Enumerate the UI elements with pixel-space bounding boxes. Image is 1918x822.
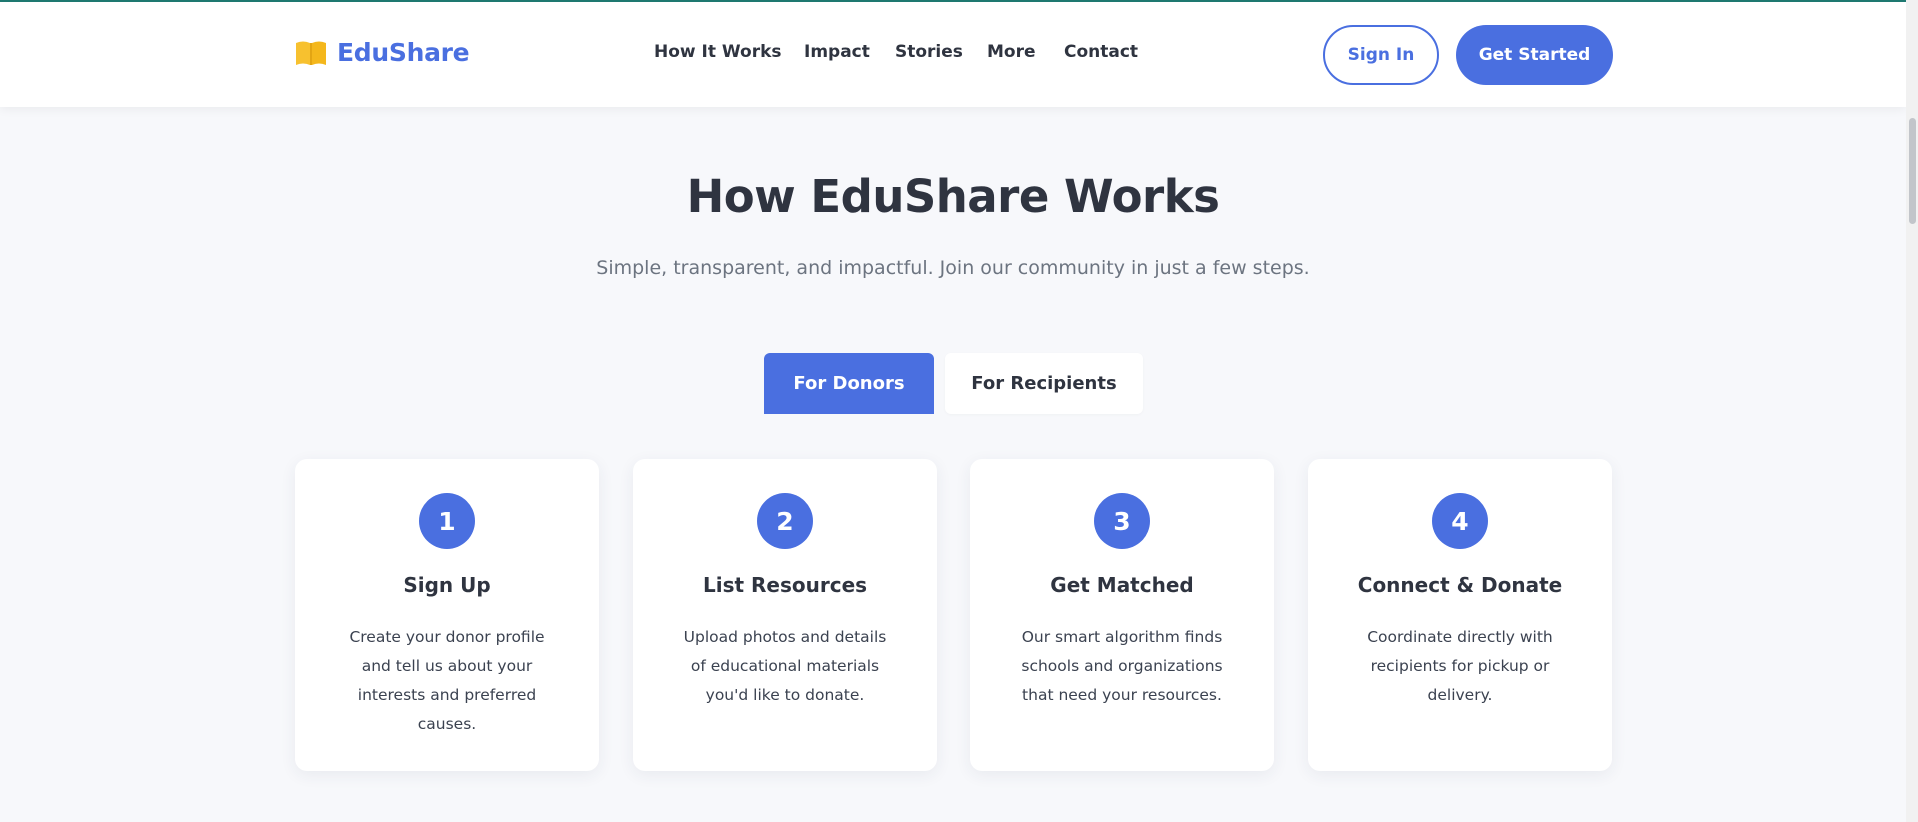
tab-for-recipients[interactable]: For Recipients	[945, 353, 1143, 414]
site-header: EduShare How It Works Impact Stories Mor…	[0, 2, 1906, 107]
scrollbar-thumb[interactable]	[1909, 118, 1916, 224]
brand-name: EduShare	[337, 38, 470, 67]
tab-for-donors[interactable]: For Donors	[764, 353, 934, 414]
nav-impact[interactable]: Impact	[804, 42, 870, 62]
step-title: List Resources	[702, 573, 868, 597]
step-title: Get Matched	[1050, 573, 1194, 597]
nav-how-it-works[interactable]: How It Works	[654, 42, 782, 62]
step-number-badge: 3	[1094, 493, 1150, 549]
page-subtitle: Simple, transparent, and impactful. Join…	[596, 257, 1310, 279]
step-card: 4 Connect & Donate Coordinate directly w…	[1308, 459, 1612, 771]
brand-logo[interactable]: EduShare	[295, 38, 470, 67]
step-number-badge: 2	[757, 493, 813, 549]
page-title: How EduShare Works	[686, 170, 1220, 223]
step-description: Coordinate directly with recipients for …	[1367, 628, 1553, 704]
get-started-button[interactable]: Get Started	[1456, 25, 1613, 85]
step-card: 3 Get Matched Our smart algorithm finds …	[970, 459, 1274, 771]
open-book-icon	[296, 41, 326, 65]
step-title: Sign Up	[403, 573, 491, 597]
sign-in-button[interactable]: Sign In	[1323, 25, 1439, 85]
nav-contact[interactable]: Contact	[1064, 42, 1138, 62]
nav-stories[interactable]: Stories	[895, 42, 963, 62]
step-description: Upload photos and details of educational…	[683, 628, 887, 704]
step-number-badge: 4	[1432, 493, 1488, 549]
step-description: Our smart algorithm finds schools and or…	[1021, 628, 1223, 704]
step-title: Connect & Donate	[1357, 573, 1563, 597]
step-number-badge: 1	[419, 493, 475, 549]
nav-more[interactable]: More	[987, 42, 1036, 62]
step-card: 1 Sign Up Create your donor profile and …	[295, 459, 599, 771]
step-description: Create your donor profile and tell us ab…	[349, 628, 545, 733]
step-card: 2 List Resources Upload photos and detai…	[633, 459, 937, 771]
